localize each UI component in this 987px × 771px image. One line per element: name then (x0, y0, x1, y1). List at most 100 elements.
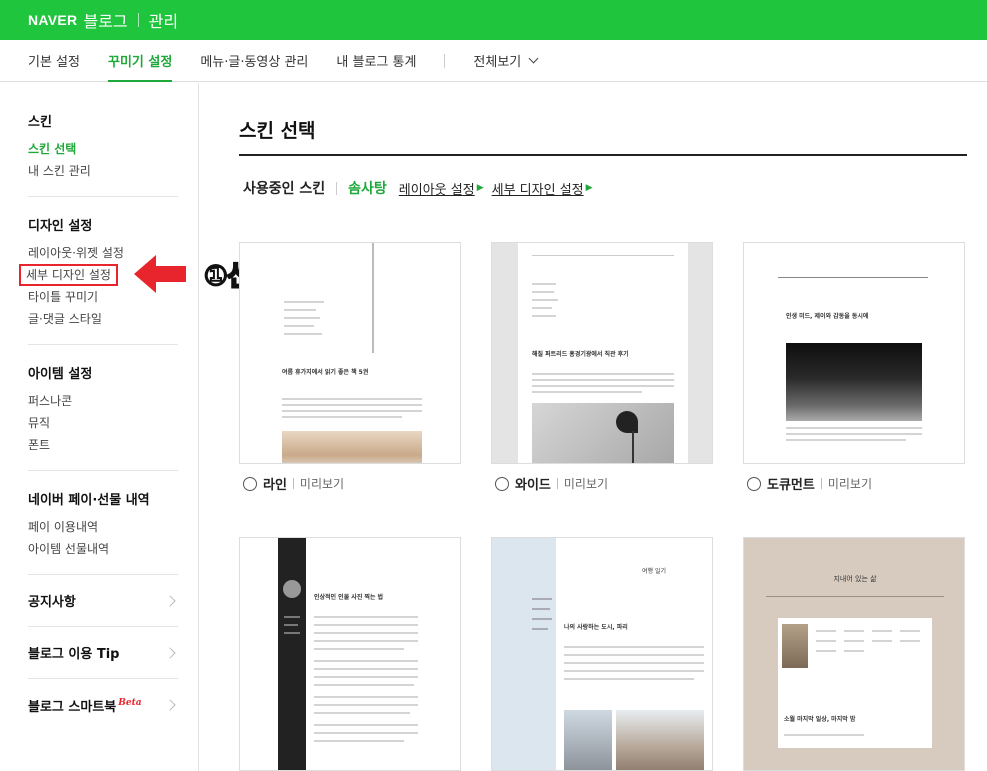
detail-design-link[interactable]: 세부 디자인 설정 (492, 179, 584, 198)
thumb-line (872, 630, 892, 632)
naver-logo[interactable]: NAVER (28, 12, 77, 28)
chevron-right-icon (164, 594, 176, 607)
sidebar-item-detail-design[interactable]: 세부 디자인 설정 (19, 264, 118, 286)
thumb-line (314, 632, 418, 634)
lamp-pole (632, 431, 634, 463)
skin-thumb-wide[interactable]: 해질 퍼트리드 홍경기광에서 직관 후기 (491, 242, 713, 464)
thumb-lamp-image (532, 403, 674, 463)
thumb-line (314, 712, 410, 714)
chevron-right-icon (164, 699, 176, 711)
thumb-line (314, 668, 418, 670)
tab-decoration-settings[interactable]: 꾸미기 설정 (107, 40, 173, 82)
skin-card-wide: 해질 퍼트리드 홍경기광에서 직관 후기 와이드 미리보기 (491, 242, 713, 493)
thumb-line (314, 660, 418, 662)
divider (820, 478, 822, 489)
skin-thumb-4[interactable]: 인상적인 인물 사진 찍는 법 (239, 537, 461, 771)
thumb-line (532, 255, 674, 256)
thumb-line (778, 277, 928, 278)
radio-skin-document[interactable] (747, 476, 761, 491)
radio-skin-wide[interactable] (495, 476, 509, 491)
sidebar-tip[interactable]: 블로그 이용 Tip (28, 627, 178, 679)
divider (336, 181, 338, 195)
skin-card-4: 인상적인 인물 사진 찍는 법 (239, 537, 461, 771)
thumb-eiffel-image (564, 710, 612, 770)
sidebar-heading-pay: 네이버 페이·선물 내역 (28, 493, 150, 508)
sidebar-item-pay-history[interactable]: 페이 이용내역 (28, 516, 178, 538)
thumb-line (532, 391, 642, 393)
sidebar-item-gift-history[interactable]: 아이템 선물내역 (28, 538, 178, 560)
thumb-title: 여름 휴가지에서 읽기 좋은 책 5권 (282, 369, 369, 376)
tab-content-management[interactable]: 메뉴·글·동영상 관리 (200, 40, 308, 81)
tab-view-all[interactable]: 전체보기 (473, 40, 539, 81)
thumb-line (844, 630, 864, 632)
preview-link[interactable]: 미리보기 (828, 475, 872, 492)
thumb-line (816, 650, 836, 652)
thumb-line (532, 618, 552, 620)
thumb-line (564, 670, 704, 672)
preview-link[interactable]: 미리보기 (564, 475, 608, 492)
thumb-line (284, 624, 298, 626)
triangle-right-icon: ▶ (476, 183, 484, 193)
sidebar-item-skin-select[interactable]: 스킨 선택 (28, 138, 178, 160)
thumb-line (532, 283, 556, 285)
blog-logo[interactable]: 블로그 (83, 8, 127, 32)
thumb-line (532, 291, 554, 293)
thumb-line (564, 662, 704, 664)
thumb-line (314, 648, 404, 650)
preview-link[interactable]: 미리보기 (300, 475, 344, 492)
thumb-line (532, 598, 552, 600)
sidebar-section-pay: 네이버 페이·선물 내역 페이 이용내역 아이템 선물내역 (28, 471, 178, 575)
thumb-line (564, 646, 704, 648)
sidebar-tip-label: 블로그 이용 Tip (28, 647, 120, 662)
radio-skin-line[interactable] (243, 476, 257, 491)
thumb-line (314, 640, 418, 642)
skin-card-5: 여행 일기 나의 사랑하는 도시, 파리 (491, 537, 713, 771)
skin-thumb-document[interactable]: 인생 미드, 제이와 감동을 동시에 (743, 242, 965, 464)
thumb-title: 해질 퍼트리드 홍경기광에서 직관 후기 (532, 351, 629, 358)
page-title: 스킨 선택 (239, 116, 967, 156)
thumb-hall-image (786, 343, 922, 421)
skin-caption-line: 라인 미리보기 (239, 474, 461, 493)
sidebar-item-music[interactable]: 뮤직 (28, 412, 178, 434)
thumb-line (314, 684, 414, 686)
thumb-line (282, 398, 422, 400)
sidebar-item-my-skins[interactable]: 내 스킨 관리 (28, 160, 178, 182)
tab-blog-stats[interactable]: 내 블로그 통계 (336, 40, 416, 81)
main-content: 스킨 선택 사용중인 스킨 솜사탕 레이아웃 설정 ▶ 세부 디자인 설정 ▶ 여름… (239, 83, 967, 771)
sidebar-heading-item: 아이템 설정 (28, 367, 93, 382)
sidebar-item-font[interactable]: 폰트 (28, 434, 178, 456)
tab-basic-settings[interactable]: 기본 설정 (28, 40, 80, 81)
layout-settings-link[interactable]: 레이아웃 설정 (399, 179, 475, 198)
sidebar: 스킨 스킨 선택 내 스킨 관리 디자인 설정 레이아웃·위젯 설정 세부 디자… (0, 83, 199, 771)
sidebar-item-post-style[interactable]: 글·댓글 스타일 (28, 308, 178, 330)
thumb-line (532, 373, 674, 375)
sidebar-smartbook-label: 블로그 스마트북 (28, 699, 117, 715)
thumb-title: 인상적인 인물 사진 찍는 법 (314, 594, 384, 601)
skin-thumb-5[interactable]: 여행 일기 나의 사랑하는 도시, 파리 (491, 537, 713, 771)
top-bar: NAVER 블로그 관리 (0, 0, 987, 40)
sidebar-notice[interactable]: 공지사항 (28, 575, 178, 627)
thumb-line (282, 404, 422, 406)
skin-thumb-line[interactable]: 여름 휴가지에서 읽기 좋은 책 5권 (239, 242, 461, 464)
chevron-right-icon (164, 646, 176, 659)
thumb-line (314, 624, 418, 626)
thumb-line (314, 704, 418, 706)
sidebar-smartbook[interactable]: 블로그 스마트북 Beta (28, 679, 178, 731)
manage-title[interactable]: 관리 (149, 8, 178, 32)
thumb-line (872, 640, 892, 642)
current-skin-row: 사용중인 스킨 솜사탕 레이아웃 설정 ▶ 세부 디자인 설정 ▶ (239, 178, 967, 198)
thumb-line (314, 696, 418, 698)
arrow-body (156, 266, 186, 282)
skin-thumb-6[interactable]: 지내어 있는 삶 소월 마지막 일상, 마지막 밤 (743, 537, 965, 771)
thumb-line (532, 608, 550, 610)
arrow-left-icon (134, 255, 156, 293)
thumb-line (532, 385, 674, 387)
skin-caption-wide: 와이드 미리보기 (491, 474, 713, 493)
thumb-line (282, 416, 402, 418)
thumb-line (314, 616, 418, 618)
sidebar-item-personacon[interactable]: 퍼스나콘 (28, 390, 178, 412)
thumb-louvre-image (616, 710, 704, 770)
thumb-dark-sidebar (278, 538, 306, 770)
thumb-line (900, 630, 920, 632)
thumb-line (532, 628, 548, 630)
